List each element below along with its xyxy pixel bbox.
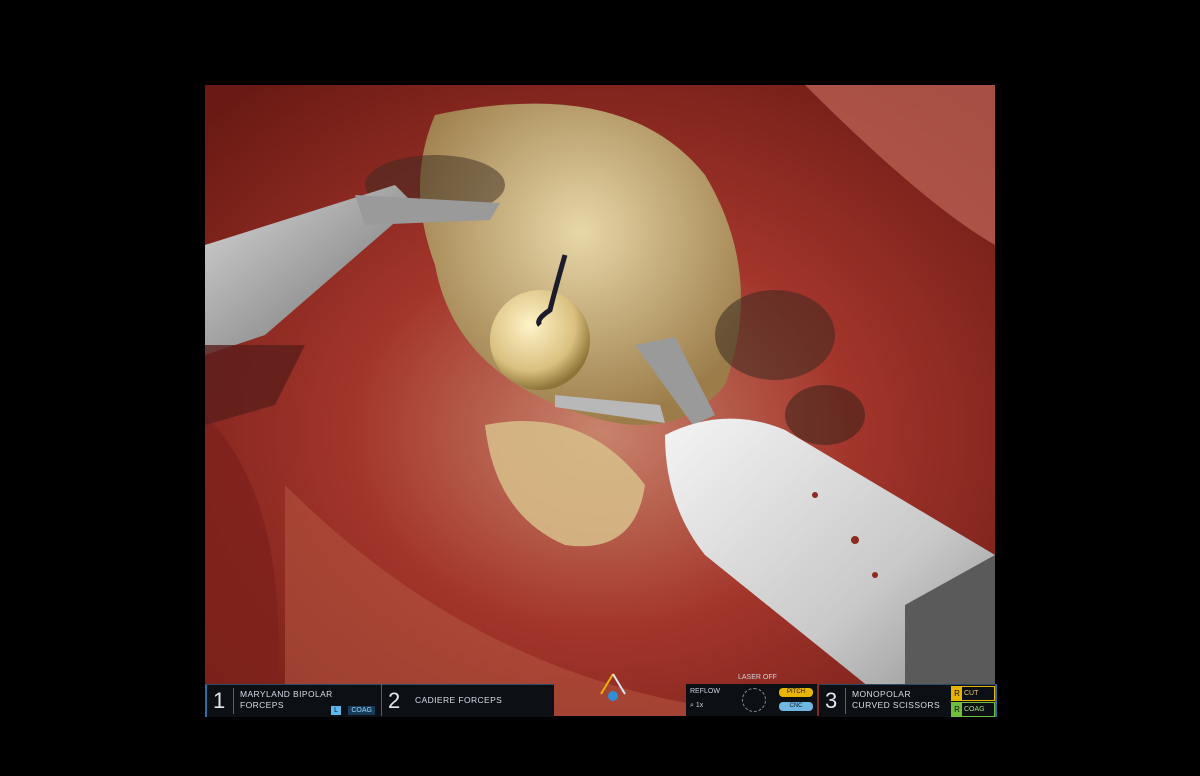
zoom-level: ⌕ 1x — [690, 702, 703, 710]
zoom-value: 1x — [695, 702, 704, 709]
instrument-name: CADIERE FORCEPS — [415, 695, 503, 705]
system-status-panel: LASER OFF REFLOW ⌕ 1x PITCH CNC — [686, 674, 817, 716]
instrument-name-line-1: MONOPOLAR — [852, 689, 911, 699]
instrument-name: MARYLAND BIPOLAR FORCEPS — [240, 689, 333, 711]
instrument-name: MONOPOLAR CURVED SCISSORS — [852, 689, 940, 711]
energy-mode-label: COAG — [964, 706, 985, 713]
instrument-panel-arm-1[interactable]: 1 MARYLAND BIPOLAR FORCEPS L COAG — [205, 684, 381, 717]
endoscope-view — [205, 85, 995, 716]
arm-number: 1 — [213, 688, 226, 713]
status-title: LASER OFF — [738, 674, 777, 681]
instrument-name-line-2: FORCEPS — [240, 700, 284, 710]
energy-pedal-key: R — [952, 687, 962, 700]
divider — [233, 688, 234, 714]
instrument-panel-arm-3[interactable]: 3 MONOPOLAR CURVED SCISSORS R CUT R COAG — [819, 684, 997, 717]
gauge-icon — [742, 688, 766, 712]
status-pill-cnc: CNC — [779, 702, 813, 711]
status-pill-pitch: PITCH — [779, 688, 813, 697]
camera-icon — [600, 673, 626, 701]
instrument-panel-arm-2[interactable]: 2 CADIERE FORCEPS — [382, 684, 554, 717]
energy-mode-label: CUT — [964, 690, 979, 697]
arm-number: 2 — [388, 688, 401, 713]
energy-cut-indicator: R CUT — [951, 686, 995, 701]
energy-pedal-key: L — [331, 706, 341, 715]
instrument-name-line-2: CURVED SCISSORS — [852, 700, 941, 710]
surgical-scene — [205, 85, 995, 716]
energy-coag-indicator: R COAG — [951, 702, 995, 717]
reflow-label: REFLOW — [690, 688, 720, 695]
divider — [845, 688, 846, 714]
energy-pedal-key: R — [952, 703, 962, 716]
arm-number: 3 — [825, 688, 838, 713]
energy-mode-badge: COAG — [348, 706, 375, 715]
instrument-name-line-1: MARYLAND BIPOLAR — [240, 689, 333, 699]
instrument-hud: 1 MARYLAND BIPOLAR FORCEPS L COAG 2 CADI… — [205, 673, 997, 717]
